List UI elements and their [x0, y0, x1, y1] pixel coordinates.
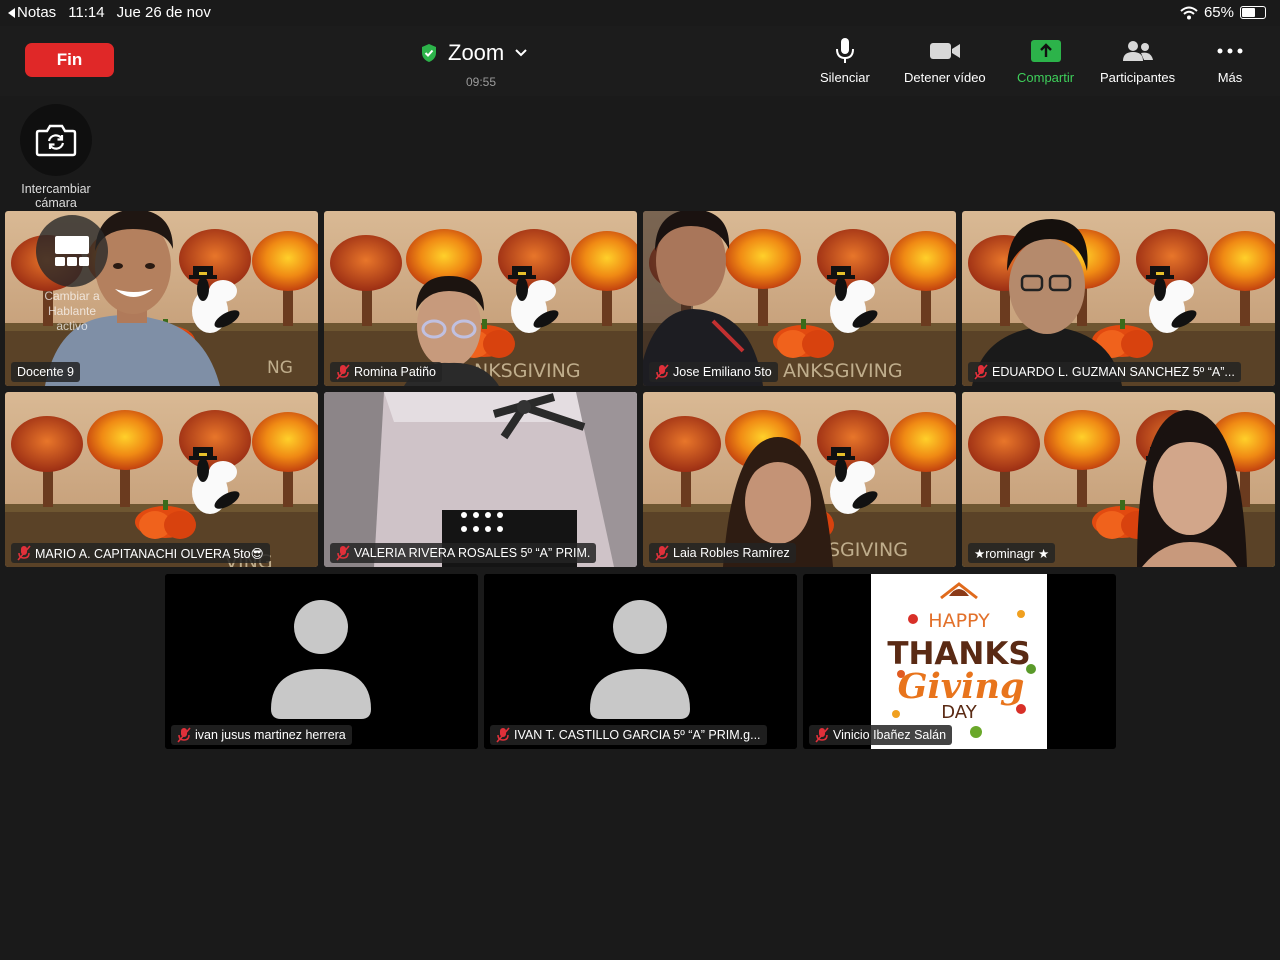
video-feed: NKSGIVING — [324, 211, 637, 386]
shield-check-icon — [422, 44, 436, 62]
avatar-placeholder-icon — [484, 574, 797, 749]
participant-name: IVAN T. CASTILLO GARCIA 5º “A” PRIM.g... — [490, 725, 767, 745]
participant-name: ★rominagr ★ — [968, 543, 1056, 563]
meeting-title[interactable]: Zoom — [420, 40, 528, 66]
speaker-switch-label-3: activo — [56, 319, 88, 333]
speaker-switch-label-2: Hablante — [47, 304, 97, 318]
more-dots-icon — [1217, 48, 1243, 54]
share-button[interactable]: Compartir — [1017, 36, 1074, 85]
back-app-label: Notas — [17, 4, 57, 21]
thanksgiving-image: HAPPY THANKS Giving DAY — [871, 574, 1047, 749]
video-feed — [962, 211, 1275, 386]
muted-mic-icon — [974, 364, 988, 380]
share-label: Compartir — [1017, 70, 1075, 85]
camera-rotate-icon — [35, 124, 77, 157]
more-label: Más — [1217, 70, 1243, 85]
stop-video-label: Detener vídeo — [904, 70, 986, 85]
muted-mic-icon — [17, 545, 31, 561]
participants-icon — [1122, 41, 1153, 61]
svg-text:Giving: Giving — [898, 666, 1025, 707]
end-meeting-button[interactable]: Fin — [25, 43, 114, 77]
participant-tile[interactable]: IVAN T. CASTILLO GARCIA 5º “A” PRIM.g... — [484, 574, 797, 749]
participant-name: Jose Emiliano 5to — [649, 362, 778, 382]
participant-name: Laia Robles Ramírez — [649, 543, 796, 563]
wifi-icon — [1180, 6, 1198, 19]
app-title: Zoom — [448, 40, 505, 65]
back-arrow-icon — [8, 7, 15, 18]
svg-text:NG: NG — [267, 358, 293, 378]
video-feed — [962, 392, 1275, 567]
video-feed: ANKSGIVING — [643, 211, 956, 386]
svg-text:DAY: DAY — [941, 702, 977, 723]
battery-percent: 65% — [1203, 4, 1234, 21]
participant-name: EDUARDO L. GUZMAN SANCHEZ 5º “A”... — [968, 362, 1241, 382]
participant-name: VALERIA RIVERA ROSALES 5º “A” PRIM. — [330, 543, 597, 563]
muted-mic-icon — [336, 545, 350, 561]
participant-name: MARIO A. CAPITANACHI OLVERA 5to😎 — [11, 543, 270, 563]
speaker-view-icon — [55, 236, 89, 266]
participant-tile[interactable]: ivan jusus martinez herrera — [165, 574, 478, 749]
swap-camera-label-1: Intercambiar — [21, 182, 91, 196]
participant-name: Romina Patiño — [330, 362, 442, 382]
speaker-switch-label-1: Cambiar a — [44, 289, 100, 303]
muted-mic-icon — [655, 364, 669, 380]
participants-label: Participantes — [1100, 70, 1176, 85]
meeting-timer: 09:55 — [465, 75, 497, 89]
swap-camera-button[interactable]: Intercambiar cámara — [20, 104, 92, 210]
meeting-toolbar: Fin Zoom 09:55 Silenciar Detener vídeo C… — [0, 26, 1280, 96]
date: Jue 26 de nov — [116, 4, 211, 21]
participant-tile-active[interactable]: ★rominagr ★ — [962, 392, 1275, 567]
participant-name: ivan jusus martinez herrera — [171, 725, 352, 745]
share-screen-icon — [1030, 40, 1061, 62]
participant-name: Docente 9 — [11, 362, 80, 382]
stop-video-button[interactable]: Detener vídeo — [904, 36, 986, 85]
participant-tile[interactable]: ANKSGIVING Jose Emiliano 5to — [643, 211, 956, 386]
mute-button[interactable]: Silenciar — [820, 36, 870, 85]
participant-tile[interactable]: NKSGIVING Romina Patiño — [324, 211, 637, 386]
video-camera-icon — [929, 43, 960, 59]
status-bar: Notas 11:14 Jue 26 de nov 65% — [0, 0, 1280, 24]
participant-tile[interactable]: EDUARDO L. GUZMAN SANCHEZ 5º “A”... — [962, 211, 1275, 386]
avatar-placeholder-icon — [165, 574, 478, 749]
svg-text:HAPPY: HAPPY — [928, 610, 990, 632]
participant-name: Vinicio Ibañez Salán — [809, 725, 953, 745]
clock: 11:14 — [68, 4, 105, 21]
video-feed: SGIVING — [643, 392, 956, 567]
muted-mic-icon — [336, 364, 350, 380]
swap-camera-label-2: cámara — [35, 196, 77, 210]
participants-button[interactable]: Participantes — [1100, 36, 1175, 85]
muted-mic-icon — [655, 545, 669, 561]
svg-text:ANKSGIVING: ANKSGIVING — [783, 360, 903, 382]
switch-active-speaker-button[interactable]: Cambiar a Hablante activo — [32, 215, 112, 334]
more-button[interactable]: Más — [1216, 36, 1244, 85]
mute-label: Silenciar — [820, 70, 870, 85]
muted-mic-icon — [496, 727, 510, 743]
participant-tile[interactable]: HAPPY THANKS Giving DAY Vinicio Ibañez S… — [803, 574, 1116, 749]
battery-icon — [1240, 6, 1266, 19]
video-feed: VING — [5, 392, 318, 567]
microphone-icon — [835, 38, 854, 63]
svg-text:SGIVING: SGIVING — [828, 539, 908, 561]
muted-mic-icon — [815, 727, 829, 743]
participant-tile[interactable]: SGIVING Laia Robles Ramírez — [643, 392, 956, 567]
back-to-app[interactable]: Notas — [8, 4, 56, 21]
participant-tile[interactable]: VING MARIO A. CAPITANACHI OLVERA 5to😎 — [5, 392, 318, 567]
video-feed — [324, 392, 637, 567]
chevron-down-icon — [515, 49, 527, 57]
muted-mic-icon — [177, 727, 191, 743]
participant-tile[interactable]: VALERIA RIVERA ROSALES 5º “A” PRIM. — [324, 392, 637, 567]
